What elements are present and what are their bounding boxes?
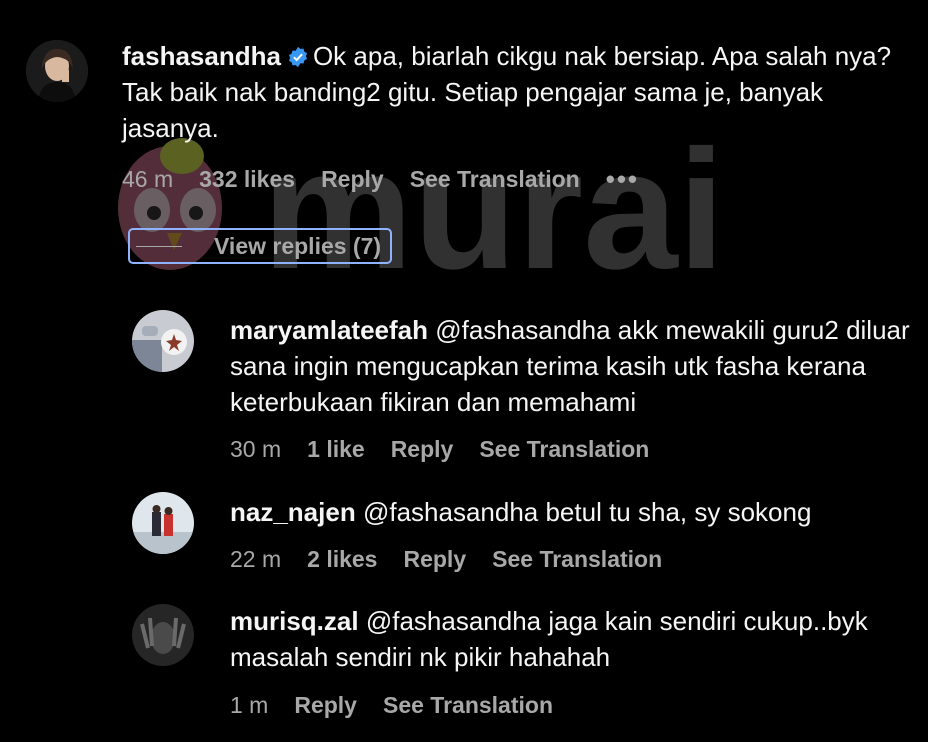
reply-meta: 1 m Reply See Translation	[230, 692, 579, 719]
avatar-naz_najen[interactable]	[132, 492, 194, 554]
reply-text-block: naz_najen @fashasandha betul tu sha, sy …	[230, 494, 910, 530]
avatar-maryamlateefah[interactable]	[132, 310, 194, 372]
more-options-icon[interactable]: •••	[606, 164, 639, 195]
reply-text-block: murisq.zal @fashasandha jaga kain sendir…	[230, 603, 910, 675]
reply-meta: 30 m 1 like Reply See Translation	[230, 436, 675, 463]
comment-meta: 46 m 332 likes Reply See Translation •••	[122, 164, 665, 195]
reply-text: @fashasandha betul tu sha, sy sokong	[362, 497, 812, 527]
avatar-fashasandha[interactable]	[26, 40, 88, 102]
reply-time: 1 m	[230, 692, 269, 718]
view-replies-label: View replies (7)	[214, 232, 382, 259]
reply-meta: 22 m 2 likes Reply See Translation	[230, 546, 688, 573]
reply-text-block: maryamlateefah @fashasandha akk mewakili…	[230, 312, 910, 420]
see-translation-button[interactable]: See Translation	[410, 166, 580, 193]
reply-time: 30 m	[230, 436, 282, 462]
likes-count[interactable]: 2 likes	[307, 546, 377, 573]
reply-time: 22 m	[230, 546, 282, 572]
avatar-murisq.zal[interactable]	[132, 604, 194, 666]
comment-time: 46 m	[122, 166, 174, 192]
verified-badge-icon	[288, 46, 308, 68]
likes-count[interactable]: 1 like	[307, 436, 365, 463]
divider-line	[136, 245, 182, 247]
watermark-text: murai	[262, 118, 725, 305]
username[interactable]: maryamlateefah	[230, 315, 428, 345]
see-translation-button[interactable]: See Translation	[492, 546, 662, 573]
see-translation-button[interactable]: See Translation	[383, 692, 553, 719]
murai-watermark: murai	[118, 118, 725, 305]
reply-button[interactable]: Reply	[403, 546, 466, 573]
reply-button[interactable]: Reply	[294, 692, 357, 719]
comment-text-block: fashasandha Ok apa, biarlah cikgu nak ber…	[122, 38, 912, 146]
reply-button[interactable]: Reply	[391, 436, 454, 463]
view-replies-button[interactable]: View replies (7)	[128, 228, 392, 264]
username[interactable]: fashasandha	[122, 41, 281, 71]
reply-button[interactable]: Reply	[321, 166, 384, 193]
see-translation-button[interactable]: See Translation	[479, 436, 649, 463]
likes-count[interactable]: 332 likes	[199, 166, 295, 193]
username[interactable]: murisq.zal	[230, 606, 359, 636]
username[interactable]: naz_najen	[230, 497, 356, 527]
